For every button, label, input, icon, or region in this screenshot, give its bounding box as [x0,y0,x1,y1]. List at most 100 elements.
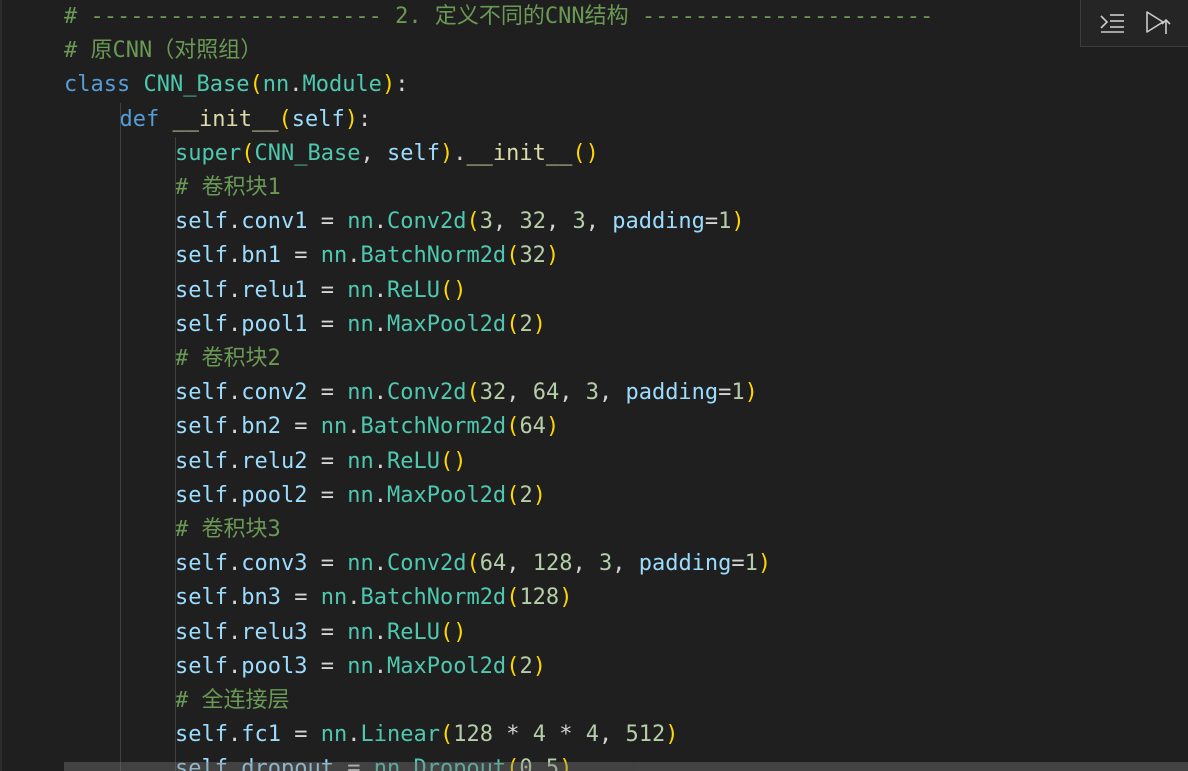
code-line[interactable]: self.relu3 = nn.ReLU() [175,616,466,650]
code-token: = [280,243,321,269]
code-line[interactable]: self.pool3 = nn.MaxPool2d(2) [175,650,546,684]
code-token: pool1 [241,311,308,337]
code-token: 128 [532,551,573,577]
code-line[interactable]: class CNN_Base(nn.Module): [64,68,408,102]
code-line[interactable]: # 原CNN（对照组） [64,34,262,68]
code-token: . [227,277,242,303]
indent-guide [119,102,121,771]
code-token: ReLU [386,277,440,303]
code-token: # 卷积块1 [175,175,281,200]
code-token: = [307,209,348,235]
code-line[interactable]: self.bn3 = nn.BatchNorm2d(128) [175,581,572,615]
code-token: , [572,551,599,577]
code-token: pool3 [241,653,308,679]
code-line[interactable]: # ---------------------- 2. 定义不同的CNN结构 -… [64,0,933,34]
code-token: relu1 [241,277,308,303]
code-token: () [439,619,467,645]
code-token: 4 [585,722,599,748]
code-token: # 卷积块3 [175,517,281,542]
code-token: def [119,106,173,132]
code-line[interactable]: # 卷积块2 [175,342,281,376]
code-token: , [545,209,573,235]
code-token: = [280,585,321,611]
code-line[interactable]: self.fc1 = nn.Linear(128 * 4 * 4, 512) [175,718,678,752]
code-token: . [373,209,387,235]
code-token: class [64,72,144,98]
code-token: ) [532,482,546,508]
code-token: ) [381,72,396,98]
code-line[interactable]: self.relu1 = nn.ReLU() [175,274,466,308]
code-token: 1 [718,209,732,235]
code-token: MaxPool2d [386,482,507,508]
code-token: CNN_Base [254,140,361,166]
code-line[interactable]: super(CNN_Base, self).__init__() [175,137,599,171]
code-token: relu2 [241,448,308,474]
code-token: . [227,551,242,577]
code-token: 3 [572,209,586,235]
code-line[interactable]: self.relu2 = nn.ReLU() [175,445,466,479]
code-token: # 卷积块2 [175,346,281,371]
code-token: , [585,209,613,235]
code-token: () [572,140,599,166]
code-token: . [373,653,387,679]
code-token: : [395,72,409,98]
code-token: = [307,380,348,406]
code-token: # 原CNN（对照组） [64,38,263,64]
code-token: , [506,551,533,577]
code-token: self [175,243,228,269]
code-token: . [227,243,242,269]
code-token: . [347,722,361,748]
code-token: conv1 [241,209,308,235]
code-token: 3 [598,551,613,577]
code-line[interactable]: # 卷积块3 [175,513,281,547]
code-token: . [227,585,242,611]
code-line[interactable]: self.bn1 = nn.BatchNorm2d(32) [175,239,559,273]
code-line[interactable]: # 全连接层 [175,684,290,718]
code-token: . [373,277,387,303]
code-line[interactable]: self.bn2 = nn.BatchNorm2d(64) [175,410,559,444]
code-token: , [506,380,533,406]
code-token: self [175,551,228,577]
code-token: , [559,380,586,406]
code-token: nn [320,414,348,440]
code-token: = [307,619,348,645]
code-line[interactable]: self.pool2 = nn.MaxPool2d(2) [175,479,546,513]
code-token: . [227,482,242,508]
code-token: nn [347,482,374,508]
code-token: relu3 [241,619,308,645]
code-token: ( [466,380,480,406]
code-token: pool2 [241,482,308,508]
code-token: 1 [744,551,758,577]
code-token: . [453,140,467,166]
code-token: , [598,380,626,406]
horizontal-scrollbar[interactable] [64,762,1188,771]
code-token: nn [347,448,374,474]
code-token: . [227,380,242,406]
code-token: ) [439,140,454,166]
code-line[interactable]: self.pool1 = nn.MaxPool2d(2) [175,308,546,342]
code-line[interactable]: def __init__(self): [120,103,372,137]
code-token: super [175,140,242,166]
code-token: nn [347,311,374,337]
code-token: ( [506,311,520,337]
code-token: . [227,209,242,235]
code-token: self [175,311,228,337]
code-token: 32 [479,380,507,406]
code-editor[interactable]: # ---------------------- 2. 定义不同的CNN结构 -… [0,0,1188,771]
code-token: self [175,722,228,748]
code-line[interactable]: self.conv3 = nn.Conv2d(64, 128, 3, paddi… [175,547,771,581]
code-line[interactable]: # 卷积块1 [175,171,281,205]
code-token: nn [320,243,348,269]
code-token: . [373,619,387,645]
code-token: self [175,209,228,235]
code-token: . [227,311,242,337]
code-line[interactable]: self.conv2 = nn.Conv2d(32, 64, 3, paddin… [175,376,758,410]
cell-toolbar [1080,0,1188,47]
code-line[interactable]: self.conv1 = nn.Conv2d(3, 32, 3, padding… [175,205,745,239]
code-token: ( [466,551,480,577]
run-above-icon[interactable] [1142,7,1174,39]
code-token: = [307,482,348,508]
code-token: ) [344,106,358,132]
outline-icon[interactable] [1096,7,1128,39]
code-token: 2 [519,653,533,679]
